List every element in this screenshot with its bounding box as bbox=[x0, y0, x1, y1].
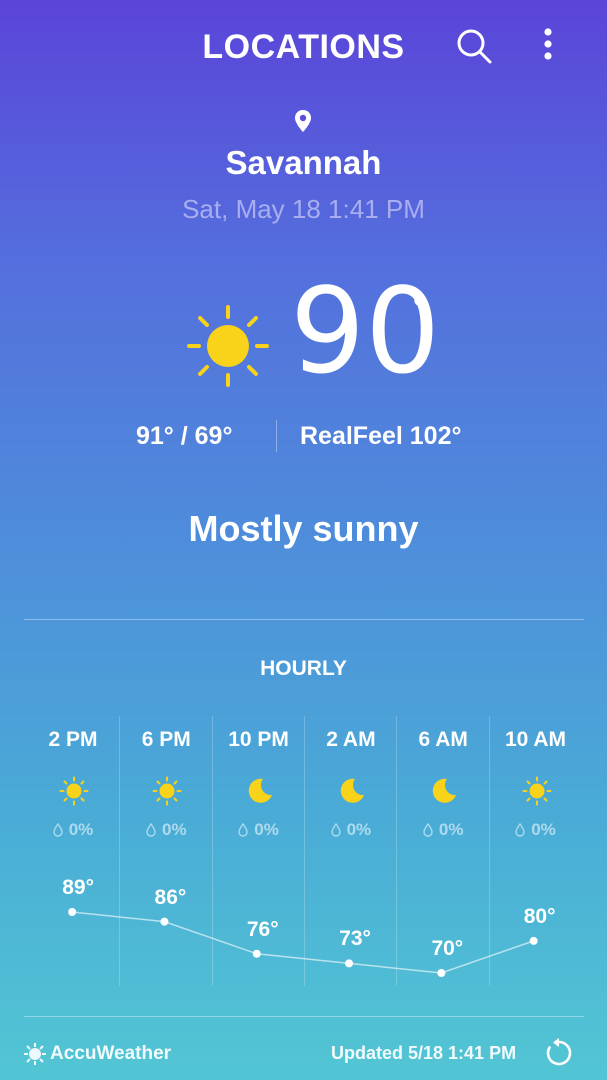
accuweather-sun-icon bbox=[24, 1043, 46, 1065]
city-name[interactable]: Savannah bbox=[0, 144, 607, 182]
sun-icon bbox=[186, 304, 270, 388]
degree-symbol: ° bbox=[412, 288, 428, 332]
temperature-point bbox=[252, 949, 261, 958]
brand-name: AccuWeather bbox=[50, 1043, 172, 1064]
moon-icon bbox=[337, 776, 367, 806]
raindrop-icon bbox=[330, 820, 347, 839]
raindrop-icon bbox=[515, 820, 531, 839]
hourly-time: 6 AM bbox=[418, 728, 468, 751]
search-icon bbox=[457, 29, 492, 64]
moon-icon bbox=[429, 776, 459, 806]
realfeel-temperature: RealFeel 102° bbox=[300, 422, 462, 450]
temperature-label: 70° bbox=[431, 937, 464, 960]
more-options-button[interactable] bbox=[528, 24, 568, 68]
precipitation-value: 0% bbox=[68, 820, 94, 839]
moon-icon bbox=[245, 776, 275, 806]
local-datetime: Sat, May 18 1:41 PM bbox=[182, 194, 425, 224]
precipitation-chance: 0% bbox=[305, 820, 397, 840]
sun-icon bbox=[59, 776, 89, 806]
search-button[interactable] bbox=[452, 24, 496, 68]
temperature-point bbox=[160, 917, 169, 926]
refresh-icon bbox=[546, 1038, 572, 1066]
more-vert-icon bbox=[544, 28, 552, 60]
refresh-button[interactable] bbox=[544, 1038, 574, 1068]
divider bbox=[24, 1016, 584, 1017]
precipitation-value: 0% bbox=[346, 820, 372, 839]
page-title: LOCATIONS bbox=[202, 28, 405, 66]
temperature-label: 73° bbox=[339, 927, 371, 951]
temperature-point bbox=[529, 936, 538, 945]
precipitation-value: 0% bbox=[438, 820, 464, 839]
raindrop-icon bbox=[238, 820, 254, 839]
precipitation-chance: 0% bbox=[397, 820, 489, 840]
precipitation-chance: 0% bbox=[27, 820, 119, 840]
temperature-point bbox=[345, 959, 354, 968]
hourly-section-title: HOURLY bbox=[260, 657, 347, 680]
raindrop-icon bbox=[423, 820, 439, 839]
accuweather-logo[interactable]: AccuWeather bbox=[24, 1041, 171, 1067]
sun-icon bbox=[522, 776, 552, 806]
precipitation-chance: 0% bbox=[490, 820, 582, 840]
temperature-label: 80° bbox=[523, 904, 556, 928]
precipitation-chance: 0% bbox=[120, 820, 212, 840]
weather-condition: Mostly sunny bbox=[188, 508, 419, 549]
sun-icon bbox=[152, 776, 182, 806]
precipitation-chance: 0% bbox=[213, 820, 305, 840]
precipitation-value: 0% bbox=[254, 820, 279, 839]
raindrop-icon bbox=[53, 820, 69, 839]
location-pin-icon bbox=[290, 108, 316, 134]
raindrop-icon bbox=[146, 820, 162, 839]
temperature-point bbox=[437, 969, 446, 977]
hourly-time: 6 PM bbox=[141, 728, 191, 751]
high-low-temperature: 91° / 69° bbox=[136, 422, 233, 450]
precipitation-value: 0% bbox=[162, 820, 187, 839]
temperature-point bbox=[68, 908, 77, 916]
divider bbox=[24, 619, 584, 620]
hourly-time: 10 PM bbox=[228, 728, 289, 751]
temperature-label: 89° bbox=[62, 876, 95, 899]
hourly-time: 10 AM bbox=[504, 728, 567, 751]
updated-timestamp: Updated 5/18 1:41 PM bbox=[331, 1043, 517, 1063]
temperature-label: 76° bbox=[246, 917, 279, 941]
temperature-label: 86° bbox=[154, 885, 187, 909]
hourly-time: 2 AM bbox=[326, 728, 376, 751]
hourly-time: 2 PM bbox=[48, 728, 98, 751]
precipitation-value: 0% bbox=[531, 820, 556, 839]
divider bbox=[276, 420, 277, 452]
hourly-temperature-graph bbox=[68, 908, 538, 977]
